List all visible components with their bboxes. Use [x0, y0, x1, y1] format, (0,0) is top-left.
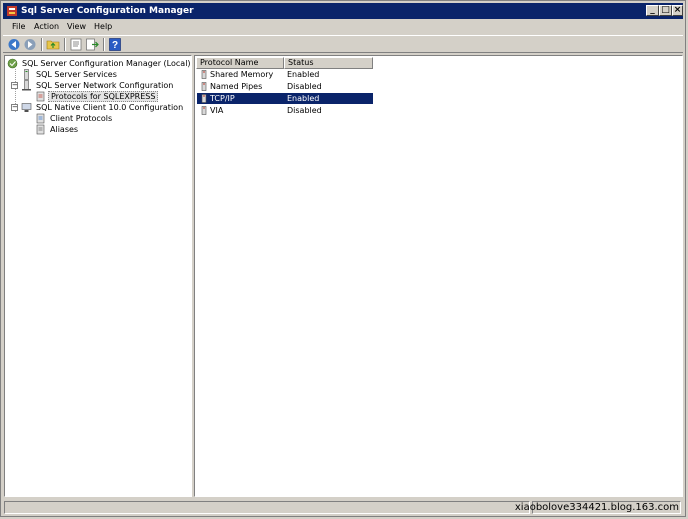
network-config-icon [22, 80, 31, 91]
properties-icon[interactable] [69, 38, 83, 51]
collapse-network-config-toggle[interactable]: − [11, 82, 18, 89]
toolbar-separator [41, 38, 43, 51]
toolbar-separator [103, 38, 105, 51]
window-title: Sql Server Configuration Manager [21, 6, 194, 16]
back-icon[interactable] [7, 38, 21, 51]
menu-help[interactable]: Help [94, 21, 112, 33]
protocol-name: Shared Memory [210, 70, 274, 79]
list-row-named-pipes[interactable]: Named Pipes Disabled [197, 81, 373, 92]
protocol-status: Enabled [287, 70, 320, 79]
tree-item-protocols-label: Protocols for SQLEXPRESS [48, 91, 159, 102]
close-button[interactable]: × [672, 5, 683, 16]
tree-item-client-protocols-label: Client Protocols [50, 114, 113, 123]
title-bar[interactable]: Sql Server Configuration Manager _ □ × [3, 3, 683, 19]
protocol-status: Disabled [287, 82, 322, 91]
svg-text:?: ? [112, 40, 118, 51]
protocol-status: Enabled [287, 94, 320, 103]
list-pane[interactable]: Protocol Name Status Shared Memory Enabl… [194, 55, 683, 497]
column-header-status[interactable]: Status [284, 57, 373, 69]
menu-action[interactable]: Action [34, 21, 59, 33]
forward-icon[interactable] [23, 38, 37, 51]
protocol-icon [201, 70, 207, 79]
list-row-tcp-ip[interactable]: TCP/IP Enabled [197, 93, 373, 104]
collapse-native-client-toggle[interactable]: − [11, 104, 18, 111]
minimize-button[interactable]: _ [646, 5, 659, 16]
protocol-icon [201, 82, 207, 91]
aliases-icon [36, 124, 45, 135]
list-row-via[interactable]: VIA Disabled [197, 105, 373, 116]
server-icon [24, 69, 29, 80]
tree-item-aliases-label: Aliases [50, 125, 79, 134]
tree-root-label: SQL Server Configuration Manager (Local) [22, 59, 191, 68]
main-window: Sql Server Configuration Manager _ □ × F… [0, 0, 686, 517]
help-icon[interactable]: ? [108, 38, 122, 51]
status-panel-main [4, 501, 530, 514]
configuration-manager-icon [7, 58, 18, 69]
toolbar-separator [64, 38, 66, 51]
protocol-name: TCP/IP [210, 94, 235, 103]
protocols-icon [36, 91, 45, 102]
maximize-button[interactable]: □ [659, 5, 672, 16]
client-protocols-icon [36, 113, 45, 124]
tree-item-native-client-label: SQL Native Client 10.0 Configuration [36, 103, 184, 112]
up-folder-icon[interactable] [46, 38, 60, 51]
protocol-name: Named Pipes [210, 82, 263, 91]
menu-file[interactable]: File [12, 21, 25, 33]
tree-item-network-config-label: SQL Server Network Configuration [36, 81, 174, 90]
tree-item-services-label: SQL Server Services [36, 70, 117, 79]
protocol-name: VIA [210, 106, 224, 115]
status-bar: xiaobolove334421.blog.163.com [3, 500, 683, 515]
watermark-text: xiaobolove334421.blog.163.com [514, 502, 679, 513]
tree-pane[interactable]: SQL Server Configuration Manager (Local)… [4, 55, 192, 497]
toolbar: ? [3, 35, 683, 53]
menu-view[interactable]: View [67, 21, 86, 33]
list-row-shared-memory[interactable]: Shared Memory Enabled [197, 69, 373, 80]
sql-server-app-icon [7, 6, 17, 16]
column-header-protocol-name[interactable]: Protocol Name [196, 57, 284, 69]
protocol-icon [201, 94, 207, 103]
native-client-icon [21, 103, 32, 112]
export-icon[interactable] [85, 38, 99, 51]
menu-bar: File Action View Help [3, 20, 683, 34]
protocol-icon [201, 106, 207, 115]
protocol-status: Disabled [287, 106, 322, 115]
